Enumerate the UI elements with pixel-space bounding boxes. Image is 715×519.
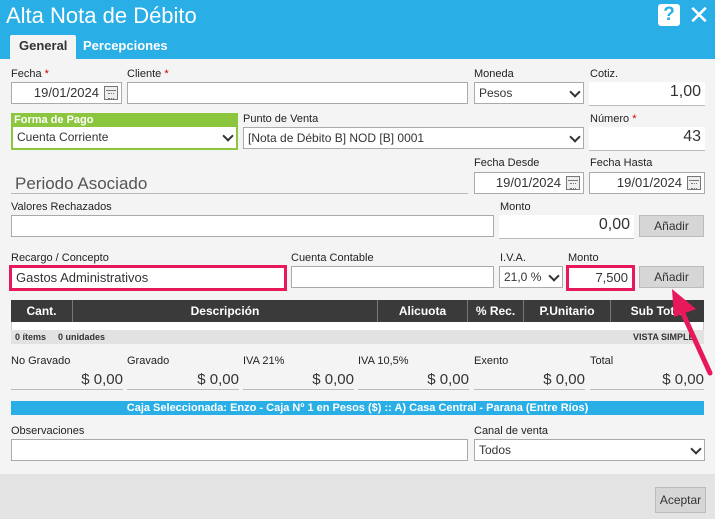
col-descripcion[interactable]: Descripción	[73, 300, 378, 322]
window-title: Alta Nota de Débito	[6, 3, 197, 28]
canal-venta-label: Canal de venta	[474, 425, 548, 437]
calendar-icon[interactable]	[566, 176, 580, 190]
col-cant[interactable]: Cant.	[11, 300, 73, 322]
periodo-asociado-heading: Periodo Asociado	[15, 174, 148, 193]
moneda-select[interactable]: Pesos	[474, 82, 584, 104]
calendar-icon[interactable]	[687, 176, 701, 190]
numero-label: Número *	[590, 113, 637, 125]
monto-recargo-label: Monto	[568, 252, 599, 264]
recargo-concepto-field[interactable]: Gastos Administrativos	[9, 265, 287, 291]
cuenta-contable-label: Cuenta Contable	[291, 252, 374, 264]
caja-seleccionada-banner: Caja Seleccionada: Enzo - Caja Nº 1 en P…	[11, 401, 704, 415]
canal-venta-select[interactable]: Todos	[474, 439, 705, 461]
monto-rechazados-field[interactable]: 0,00	[499, 215, 634, 239]
grid-units-count: 0 unidades	[58, 332, 106, 342]
fecha-label: Fecha *	[11, 68, 49, 80]
iva-value: 21,0 %	[504, 270, 542, 284]
observaciones-field[interactable]	[11, 439, 468, 461]
tab-general[interactable]: General	[10, 35, 77, 59]
canal-venta-value: Todos	[479, 443, 512, 457]
grid-footer	[11, 330, 704, 344]
chevron-down-icon	[222, 130, 234, 142]
cuenta-contable-field[interactable]	[291, 266, 494, 288]
anadir-rechazados-button[interactable]: Añadir	[639, 215, 704, 237]
aceptar-button[interactable]: Aceptar	[655, 487, 706, 513]
forma-pago-label: Forma de Pago	[11, 113, 238, 127]
valores-rechazados-field[interactable]	[11, 215, 494, 237]
forma-pago-value: Cuenta Corriente	[17, 130, 109, 144]
dialog-footer	[0, 474, 715, 519]
numero-field[interactable]: 43	[589, 127, 705, 151]
periodo-divider	[11, 193, 468, 194]
chevron-down-icon	[690, 443, 702, 455]
chevron-down-icon	[569, 86, 581, 98]
valores-rechazados-label: Valores Rechazados	[11, 201, 112, 213]
punto-venta-select[interactable]: [Nota de Débito B] NOD [B] 0001	[243, 127, 584, 149]
cliente-field[interactable]	[127, 82, 468, 104]
no-gravado-label: No Gravado	[11, 355, 71, 367]
gravado-label: Gravado	[127, 355, 170, 367]
grid-items-count: 0 ítems	[15, 332, 47, 342]
iva21-label: IVA 21%	[243, 355, 285, 367]
exento-value: $ 0,00	[474, 370, 585, 390]
iva105-value: $ 0,00	[358, 370, 469, 390]
observaciones-label: Observaciones	[11, 425, 85, 437]
gravado-value: $ 0,00	[127, 370, 239, 390]
cliente-label: Cliente *	[127, 68, 169, 80]
iva105-label: IVA 10,5%	[358, 355, 409, 367]
fecha-value: 19/01/2024	[33, 85, 99, 100]
fecha-desde-value: 19/01/2024	[495, 175, 561, 190]
punto-venta-value: [Nota de Débito B] NOD [B] 0001	[248, 131, 425, 145]
fecha-desde-label: Fecha Desde	[474, 157, 540, 169]
arrow-annotation	[672, 289, 713, 376]
fecha-hasta-field[interactable]: 19/01/2024	[589, 172, 705, 194]
col-punitario[interactable]: P.Unitario	[524, 300, 611, 322]
chevron-down-icon	[548, 270, 560, 282]
cotiz-label: Cotiz.	[590, 68, 619, 80]
fecha-field[interactable]: 19/01/2024	[11, 82, 122, 104]
recargo-concepto-label: Recargo / Concepto	[11, 252, 109, 264]
fecha-hasta-label: Fecha Hasta	[590, 157, 653, 169]
no-gravado-value: $ 0,00	[11, 370, 123, 390]
monto-rechazados-label: Monto	[500, 201, 531, 213]
iva-select[interactable]: 21,0 %	[499, 266, 563, 288]
iva21-value: $ 0,00	[243, 370, 354, 390]
total-label: Total	[590, 355, 614, 367]
fecha-desde-field[interactable]: 19/01/2024	[474, 172, 584, 194]
arrow-head	[672, 289, 696, 317]
iva-label: I.V.A.	[500, 252, 526, 264]
calendar-icon[interactable]	[104, 86, 118, 100]
col-alicuota[interactable]: Alicuota	[378, 300, 468, 322]
chevron-down-icon	[569, 131, 581, 143]
forma-pago-select[interactable]: Cuenta Corriente	[13, 127, 236, 148]
help-icon[interactable]: ?	[658, 4, 680, 26]
exento-label: Exento	[474, 355, 509, 367]
cotiz-field[interactable]: 1,00	[589, 82, 705, 106]
arrow-shaft	[677, 304, 713, 376]
moneda-value: Pesos	[479, 86, 513, 100]
fecha-hasta-value: 19/01/2024	[616, 175, 682, 190]
tab-percepciones[interactable]: Percepciones	[74, 35, 177, 59]
monto-recargo-field[interactable]: 7,500	[566, 265, 635, 291]
grid-body	[11, 322, 704, 330]
moneda-label: Moneda	[474, 68, 514, 80]
col-rec[interactable]: % Rec.	[468, 300, 524, 322]
punto-venta-label: Punto de Venta	[243, 113, 319, 125]
close-icon[interactable]: ✕	[686, 0, 712, 30]
